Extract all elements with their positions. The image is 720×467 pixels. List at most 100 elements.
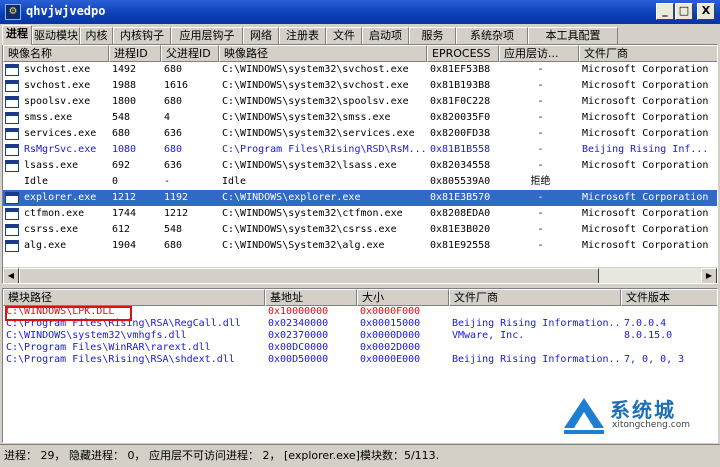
cell-eprocess: 0x81E92558 xyxy=(430,240,491,251)
module-row[interactable]: C:\WINDOWS\system32\vmhgfs.dll 0x02370000… xyxy=(3,330,717,342)
cell-size: 0x0000D000 xyxy=(360,330,421,341)
cell-size: 0x0000E000 xyxy=(360,354,421,365)
tab-network[interactable]: 网络 xyxy=(243,27,279,44)
cell-name: svchost.exe xyxy=(24,64,91,75)
table-row[interactable]: svchost.exe 1988 1616 C:\WINDOWS\system32\s… xyxy=(3,78,717,94)
table-row[interactable]: alg.exe 1904 680 C:\WINDOWS\System32\alg.ex… xyxy=(3,238,717,254)
maximize-button[interactable]: □ xyxy=(675,3,693,20)
tab-app-hooks[interactable]: 应用层钩子 xyxy=(171,27,243,44)
cell-eprocess: 0x805539A0 xyxy=(430,176,491,187)
tab-system-misc[interactable]: 系统杂项 xyxy=(456,27,528,44)
cell-vendor: VMware, Inc. xyxy=(452,330,525,341)
cell-path: C:\WINDOWS\system32\lsass.exe xyxy=(222,160,397,171)
col-base-address[interactable]: 基地址 xyxy=(265,289,357,306)
cell-eprocess: 0x8208EDA0 xyxy=(430,208,491,219)
process-hscrollbar[interactable]: ◀ ▶ xyxy=(3,267,717,283)
cell-path: C:\WINDOWS\system32\services.exe xyxy=(222,128,415,139)
process-icon xyxy=(5,208,19,220)
col-ppid[interactable]: 父进程ID xyxy=(161,45,219,62)
cell-vendor xyxy=(579,174,717,190)
cell-access: - xyxy=(537,240,544,251)
cell-ppid: 1212 xyxy=(164,208,189,219)
process-list[interactable]: 映像名称 进程ID 父进程ID 映像路径 EPROCESS 应用层访... 文件… xyxy=(2,44,718,284)
cell-name: svchost.exe xyxy=(24,80,91,91)
cell-path: C:\WINDOWS\explorer.exe xyxy=(222,192,361,203)
table-row[interactable]: spoolsv.exe 1800 680 C:\WINDOWS\system32\sp… xyxy=(3,94,717,110)
tab-registry[interactable]: 注册表 xyxy=(279,27,326,44)
col-image-path[interactable]: 映像路径 xyxy=(219,45,427,62)
cell-ppid: 4 xyxy=(164,112,171,123)
col-module-path[interactable]: 模块路径 xyxy=(3,289,265,306)
cell-pid: 548 xyxy=(112,112,131,123)
cell-ppid: 636 xyxy=(164,160,183,171)
table-row[interactable]: csrss.exe 612 548 C:\WINDOWS\system32\csrss… xyxy=(3,222,717,238)
scroll-left-button[interactable]: ◀ xyxy=(3,268,19,283)
watermark-logo-icon xyxy=(564,398,604,434)
cell-access: - xyxy=(537,112,544,123)
tab-tool-config[interactable]: 本工具配置 xyxy=(528,27,618,44)
cell-vendor: Microsoft Corporation xyxy=(582,240,709,251)
tab-strip: 进程 驱动模块 内核 内核钩子 应用层钩子 网络 注册表 文件 启动项 服务 系… xyxy=(2,25,718,45)
cell-path: C:\WINDOWS\System32\alg.exe xyxy=(222,240,385,251)
table-row[interactable]: RsMgrSvc.exe 1080 680 C:\Program Files\Risi… xyxy=(3,142,717,158)
col-app-access[interactable]: 应用层访... xyxy=(499,45,579,62)
cell-base: 0x00D50000 xyxy=(268,354,329,365)
tab-services[interactable]: 服务 xyxy=(409,27,456,44)
process-icon xyxy=(5,160,19,172)
table-row[interactable]: svchost.exe 1492 680 C:\WINDOWS\system32\sv… xyxy=(3,62,717,78)
tab-kernel-hooks[interactable]: 内核钩子 xyxy=(113,27,171,44)
tab-startup[interactable]: 启动项 xyxy=(362,27,409,44)
table-row[interactable]: Idle 0 - Idle 0x805539A0 拒绝 xyxy=(3,174,717,190)
cell-path: C:\Program Files\Rising\RSD\RsM... xyxy=(222,144,427,155)
table-row[interactable]: services.exe 680 636 C:\WINDOWS\system32\se… xyxy=(3,126,717,142)
minimize-button[interactable]: _ xyxy=(656,3,674,20)
cell-name: lsass.exe xyxy=(24,160,79,171)
cell-size: 0x00015000 xyxy=(360,318,421,329)
col-vendor[interactable]: 文件厂商 xyxy=(579,45,717,62)
cell-path: C:\WINDOWS\system32\svchost.exe xyxy=(222,80,409,91)
process-icon xyxy=(5,64,19,76)
cell-base: 0x02370000 xyxy=(268,330,329,341)
cell-path: C:\WINDOWS\system32\smss.exe xyxy=(222,112,391,123)
scroll-right-button[interactable]: ▶ xyxy=(701,268,717,283)
close-button[interactable]: X xyxy=(697,3,715,20)
process-icon xyxy=(5,96,19,108)
table-row[interactable]: ctfmon.exe 1744 1212 C:\WINDOWS\system32\ct… xyxy=(3,206,717,222)
cell-name: Idle xyxy=(24,176,49,187)
col-pid[interactable]: 进程ID xyxy=(109,45,161,62)
col-eprocess[interactable]: EPROCESS xyxy=(427,45,499,62)
col-module-vendor[interactable]: 文件厂商 xyxy=(449,289,621,306)
col-size[interactable]: 大小 xyxy=(357,289,449,306)
cell-ppid: 680 xyxy=(164,64,183,75)
cell-pid: 1800 xyxy=(112,96,137,107)
cell-eprocess: 0x81B193B8 xyxy=(430,80,491,91)
col-image-name[interactable]: 映像名称 xyxy=(3,45,109,62)
app-icon: ⚙ xyxy=(5,4,21,20)
cell-eprocess: 0x81B1B558 xyxy=(430,144,491,155)
cell-vendor: Microsoft Corporation xyxy=(582,112,709,123)
cell-name: smss.exe xyxy=(24,112,73,123)
cell-vendor: Microsoft Corporation xyxy=(582,192,709,203)
cell-path: C:\WINDOWS\system32\spoolsv.exe xyxy=(222,96,409,107)
cell-eprocess: 0x8200FD38 xyxy=(430,128,491,139)
table-row[interactable]: smss.exe 548 4 C:\WINDOWS\system32\smss.exe… xyxy=(3,110,717,126)
module-row[interactable]: C:\Program Files\WinRAR\rarext.dll 0x00DC… xyxy=(3,342,717,354)
table-row[interactable]: explorer.exe 1212 1192 C:\WINDOWS\explorer.… xyxy=(3,190,717,206)
cell-path: C:\WINDOWS\system32\svchost.exe xyxy=(222,64,409,75)
cell-name: services.exe xyxy=(24,128,97,139)
tab-kernel[interactable]: 内核 xyxy=(80,27,113,44)
cell-access: 拒绝 xyxy=(530,176,551,187)
cell-path: C:\WINDOWS\system32\vmhgfs.dll xyxy=(6,330,187,341)
cell-version: 7.0.0.4 xyxy=(624,318,667,329)
module-row[interactable]: C:\Program Files\Rising\RSA\shdext.dll 0x… xyxy=(3,354,717,366)
cell-vendor: Microsoft Corporation xyxy=(582,224,709,235)
cell-eprocess: 0x82034558 xyxy=(430,160,491,171)
tab-driver-modules[interactable]: 驱动模块 xyxy=(32,27,80,44)
tab-process[interactable]: 进程 xyxy=(2,25,32,45)
col-file-version[interactable]: 文件版本 xyxy=(621,289,717,306)
cell-ppid: 680 xyxy=(164,96,183,107)
table-row[interactable]: lsass.exe 692 636 C:\WINDOWS\system32\lsass… xyxy=(3,158,717,174)
scroll-thumb[interactable] xyxy=(19,268,599,283)
watermark-site: xitongcheng.com xyxy=(612,420,690,430)
tab-files[interactable]: 文件 xyxy=(326,27,362,44)
